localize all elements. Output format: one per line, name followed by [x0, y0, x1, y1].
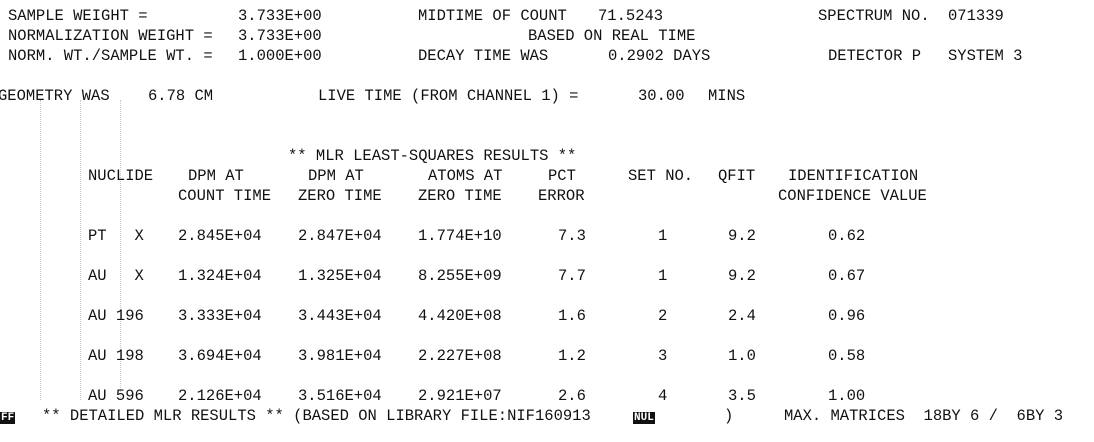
- cell-confidence: 0.96: [828, 307, 866, 325]
- form-feed-glyph: FF: [0, 412, 16, 424]
- cell-set-no: 1: [658, 267, 668, 285]
- cell-dpm-count: 3.694E+04: [178, 347, 262, 365]
- cell-dpm-count: 3.333E+04: [178, 307, 262, 325]
- based-on-label: BASED ON REAL TIME: [528, 27, 696, 45]
- cell-atoms: 8.255E+09: [418, 267, 502, 285]
- cell-atoms: 2.921E+07: [418, 387, 502, 405]
- header-nuclide: NUCLIDE: [88, 167, 154, 185]
- sample-weight-label: SAMPLE WEIGHT =: [8, 7, 148, 25]
- detector-label: DETECTOR P: [828, 47, 922, 65]
- cell-atoms: 1.774E+10: [418, 227, 502, 245]
- cell-dpm-zero: 3.443E+04: [298, 307, 382, 325]
- cell-qfit: 9.2: [728, 227, 756, 245]
- cell-pct-error: 7.7: [558, 267, 586, 285]
- spectrum-value: 071339: [948, 7, 1004, 25]
- cell-atoms: 4.420E+08: [418, 307, 502, 325]
- header-atoms: ATOMS AT: [428, 167, 503, 185]
- cell-qfit: 3.5: [728, 387, 756, 405]
- cell-qfit: 1.0: [728, 347, 756, 365]
- header-error: ERROR: [538, 187, 585, 205]
- close-paren: ): [724, 407, 734, 425]
- header-qfit: QFIT: [718, 167, 756, 185]
- cell-dpm-zero: 2.847E+04: [298, 227, 382, 245]
- norm-ratio-value: 1.000E+00: [238, 47, 322, 65]
- cell-nuclide: PT X: [88, 227, 144, 245]
- header-dpm-count: DPM AT: [188, 167, 244, 185]
- null-glyph: NUL: [633, 412, 655, 424]
- norm-weight-label: NORMALIZATION WEIGHT =: [8, 27, 213, 45]
- cell-confidence: 0.67: [828, 267, 866, 285]
- cell-set-no: 3: [658, 347, 668, 365]
- cell-pct-error: 1.2: [558, 347, 586, 365]
- cell-nuclide: AU 596: [88, 387, 144, 405]
- cell-dpm-count: 2.845E+04: [178, 227, 262, 245]
- cell-dpm-zero: 3.981E+04: [298, 347, 382, 365]
- cell-set-no: 1: [658, 227, 668, 245]
- column-guide: [40, 100, 41, 400]
- midtime-label: MIDTIME OF COUNT: [418, 7, 567, 25]
- detailed-results-line: ** DETAILED MLR RESULTS ** (BASED ON LIB…: [42, 407, 591, 425]
- cell-dpm-zero: 3.516E+04: [298, 387, 382, 405]
- cell-nuclide: AU 198: [88, 347, 144, 365]
- header-identification: IDENTIFICATION: [788, 167, 919, 185]
- cell-set-no: 4: [658, 387, 668, 405]
- header-count-time: COUNT TIME: [178, 187, 272, 205]
- cell-pct-error: 7.3: [558, 227, 586, 245]
- cell-dpm-count: 1.324E+04: [178, 267, 262, 285]
- header-confidence: CONFIDENCE VALUE: [778, 187, 927, 205]
- decay-value: 0.2902 DAYS: [608, 47, 711, 65]
- system-label: SYSTEM 3: [948, 47, 1023, 65]
- cell-pct-error: 2.6: [558, 387, 586, 405]
- geometry-label: GEOMETRY WAS: [0, 87, 110, 105]
- live-time-label: LIVE TIME (FROM CHANNEL 1) =: [318, 87, 579, 105]
- cell-confidence: 0.58: [828, 347, 866, 365]
- header-dpm-zero: DPM AT: [308, 167, 364, 185]
- cell-qfit: 9.2: [728, 267, 756, 285]
- column-guide: [80, 100, 81, 400]
- geometry-value: 6.78 CM: [148, 87, 214, 105]
- norm-ratio-label: NORM. WT./SAMPLE WT. =: [8, 47, 213, 65]
- cell-qfit: 2.4: [728, 307, 756, 325]
- cell-nuclide: AU X: [88, 267, 144, 285]
- cell-nuclide: AU 196: [88, 307, 144, 325]
- cell-pct-error: 1.6: [558, 307, 586, 325]
- cell-dpm-count: 2.126E+04: [178, 387, 262, 405]
- header-set-no: SET NO.: [628, 167, 694, 185]
- spectrum-label: SPECTRUM NO.: [818, 7, 930, 25]
- midtime-value: 71.5243: [598, 7, 664, 25]
- live-time-value: 30.00: [638, 87, 685, 105]
- header-zero-time: ZERO TIME: [298, 187, 382, 205]
- cell-atoms: 2.227E+08: [418, 347, 502, 365]
- cell-set-no: 2: [658, 307, 668, 325]
- header-pct: PCT: [548, 167, 576, 185]
- header-atoms-zero-time: ZERO TIME: [418, 187, 502, 205]
- results-title: ** MLR LEAST-SQUARES RESULTS **: [288, 147, 577, 165]
- norm-weight-value: 3.733E+00: [238, 27, 322, 45]
- sample-weight-value: 3.733E+00: [238, 7, 322, 25]
- live-time-unit: MINS: [708, 87, 746, 105]
- cell-confidence: 0.62: [828, 227, 866, 245]
- max-matrices: MAX. MATRICES 18BY 6 / 6BY 3: [784, 407, 1064, 425]
- cell-dpm-zero: 1.325E+04: [298, 267, 382, 285]
- cell-confidence: 1.00: [828, 387, 866, 405]
- decay-label: DECAY TIME WAS: [418, 47, 549, 65]
